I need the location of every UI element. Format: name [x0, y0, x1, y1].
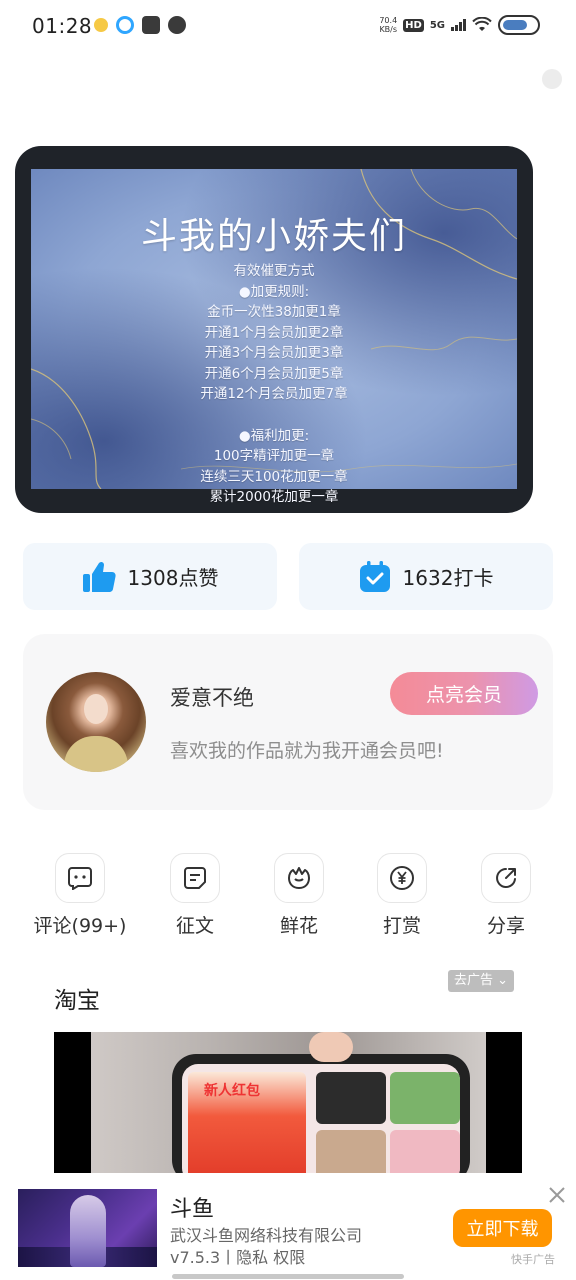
action-label: 鲜花 — [279, 915, 318, 937]
app-company: 武汉斗鱼网络科技有限公司 — [170, 1226, 363, 1245]
app-meta[interactable]: v7.5.3丨隐私 权限 — [170, 1244, 305, 1268]
system-indicators: 70.4 KB/s HD 5G — [379, 15, 540, 35]
banner-line: 有效催更方式 — [233, 263, 315, 279]
ad-hand — [309, 1032, 353, 1062]
ad-source: 快手广告 — [511, 1253, 555, 1266]
product-image — [316, 1072, 386, 1124]
banner-line: 开通3个月会员加更3章 — [204, 345, 344, 361]
app-name: 斗鱼 — [170, 1197, 215, 1222]
action-flower[interactable]: 鲜花 — [249, 853, 349, 943]
banner-line: 累计2000花加更一章 — [209, 489, 339, 505]
comment-icon — [55, 853, 105, 903]
ad-title: 淘宝 — [54, 988, 100, 1014]
banner-line: 连续三天100花加更一章 — [200, 468, 348, 485]
red-packet-label: 新人红包 — [204, 1083, 260, 1099]
flower-icon — [274, 853, 324, 903]
banner-line: ●加更规则: — [238, 283, 310, 300]
activate-membership-button[interactable]: 点亮会员 — [390, 672, 538, 715]
status-time: 01:28 — [32, 14, 93, 38]
banner-line: 100字精评加更一章 — [213, 448, 335, 464]
menu-dot-icon[interactable] — [542, 69, 562, 89]
app-ad-thumbnail — [18, 1189, 157, 1267]
close-icon[interactable] — [546, 1184, 568, 1206]
wifi-icon — [472, 17, 492, 31]
banner-line: 金币一次性38加更1章 — [207, 304, 341, 320]
member-card: 爱意不绝 喜欢我的作品就为我开通会员吧! 点亮会员 — [23, 634, 553, 810]
thumbnail-figure — [70, 1195, 106, 1267]
thumbs-up-icon — [82, 561, 116, 592]
calendar-check-icon — [359, 560, 390, 592]
share-icon — [481, 853, 531, 903]
banner-line: 开通1个月会员加更2章 — [204, 324, 344, 341]
action-share[interactable]: 分享 — [456, 853, 556, 943]
banner-line: 开通12个月会员加更7章 — [200, 386, 348, 402]
cloud-notification-icon — [168, 16, 186, 34]
checkin-count: 1632打卡 — [402, 566, 494, 590]
action-label: 打赏 — [382, 915, 421, 937]
battery-icon — [498, 15, 540, 35]
avatar-face — [84, 694, 108, 724]
app-notification-icon — [94, 18, 108, 32]
action-tip[interactable]: 打赏 — [352, 853, 452, 943]
checkin-button[interactable]: 1632打卡 — [299, 543, 553, 610]
signal-icon — [451, 19, 466, 31]
browser-notification-icon — [116, 16, 134, 34]
banner-image: 斗我的小娇夫们 有效催更方式 ●加更规则: 金币一次性38加更1章 开通1个月会… — [31, 169, 517, 505]
network-type: 5G — [429, 19, 445, 31]
remove-ad-button[interactable]: 去广告 ⌄ — [448, 970, 515, 992]
banner-rules: 有效催更方式 ●加更规则: 金币一次性38加更1章 开通1个月会员加更2章 开通… — [31, 261, 517, 508]
hd-icon: HD — [403, 18, 424, 32]
ad-phone-screen: 新人红包 — [182, 1064, 460, 1173]
announcement-banner: 斗我的小娇夫们 有效催更方式 ●加更规则: 金币一次性38加更1章 开通1个月会… — [15, 146, 533, 513]
banner-line: ●福利加更: — [238, 427, 310, 444]
notification-icons — [94, 16, 186, 34]
status-bar: 01:28 70.4 KB/s HD 5G — [0, 0, 576, 54]
bottom-app-ad[interactable]: 斗鱼 武汉斗鱼网络科技有限公司 v7.5.3丨隐私 权限 立即下载 快手广告 — [0, 1180, 576, 1280]
ad-video[interactable]: 新人红包 — [54, 1032, 522, 1173]
action-label: 征文 — [175, 915, 214, 937]
banner-gap — [31, 405, 517, 426]
document-icon — [170, 853, 220, 903]
download-button[interactable]: 立即下载 — [453, 1209, 552, 1247]
action-essay[interactable]: 征文 — [145, 853, 245, 943]
home-indicator[interactable] — [172, 1274, 404, 1279]
action-label: 评论(99+) — [33, 915, 127, 937]
battery-level — [503, 20, 527, 30]
author-name: 爱意不绝 — [170, 686, 254, 710]
banner-title: 斗我的小娇夫们 — [140, 216, 407, 257]
product-image — [316, 1130, 386, 1173]
network-speed: 70.4 KB/s — [379, 16, 398, 34]
avatar[interactable] — [46, 672, 146, 772]
product-image — [390, 1072, 460, 1124]
avatar-body — [64, 736, 128, 772]
mail-notification-icon — [142, 16, 160, 34]
action-comment[interactable]: 评论(99+) — [30, 853, 130, 943]
action-label: 分享 — [486, 915, 525, 937]
like-count: 1308点赞 — [127, 566, 219, 590]
banner-line: 开通6个月会员加更5章 — [204, 365, 344, 382]
like-button[interactable]: 1308点赞 — [23, 543, 277, 610]
product-image — [390, 1130, 460, 1173]
yuan-coin-icon — [377, 853, 427, 903]
member-prompt: 喜欢我的作品就为我开通会员吧! — [170, 740, 444, 762]
